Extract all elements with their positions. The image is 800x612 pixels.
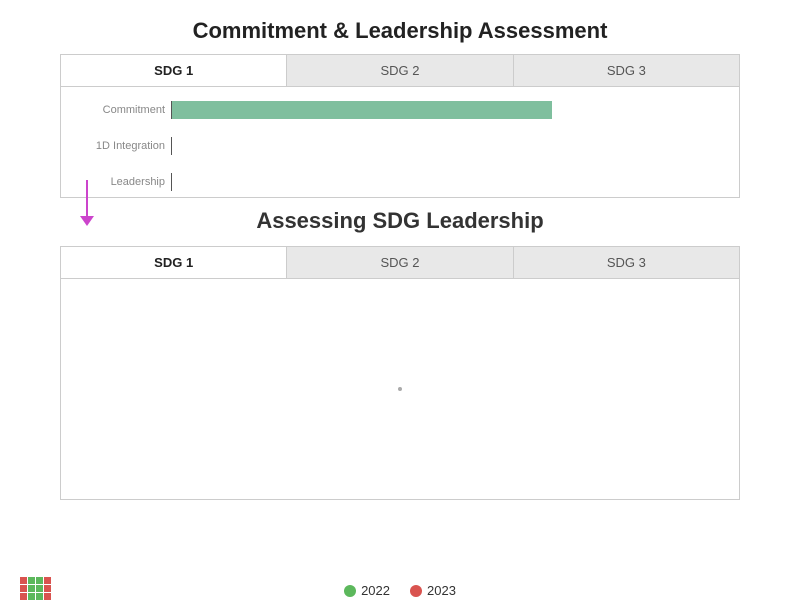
- legend-label-2023: 2023: [427, 583, 456, 598]
- legend-dot-2022: [344, 585, 356, 597]
- bar-row-0: Commitment: [61, 99, 739, 121]
- main-title: Commitment & Leadership Assessment: [0, 0, 800, 54]
- icon-cell-5: [28, 585, 35, 592]
- tab-sdg2-bottom[interactable]: SDG 2: [287, 247, 513, 278]
- bar-fill-0: [171, 101, 552, 119]
- tab-sdg1-top[interactable]: SDG 1: [61, 55, 287, 86]
- tab-sdg3-top[interactable]: SDG 3: [514, 55, 739, 86]
- empty-chart-area: [61, 279, 739, 499]
- bar-track-2: [171, 173, 739, 191]
- legend-label-2022: 2022: [361, 583, 390, 598]
- chart-legend: 2022 2023: [0, 583, 800, 598]
- icon-cell-1: [28, 577, 35, 584]
- tab-sdg1-bottom[interactable]: SDG 1: [61, 247, 287, 278]
- icon-cell-0: [20, 577, 27, 584]
- top-tab-bar: SDG 1 SDG 2 SDG 3: [61, 55, 739, 87]
- bar-track-0: [171, 101, 739, 119]
- axis-line: [171, 173, 172, 191]
- top-chart: SDG 1 SDG 2 SDG 3 Commitment 1D Integrati…: [60, 54, 740, 198]
- arrow-indicator: [80, 180, 94, 226]
- legend-item-2023: 2023: [410, 583, 456, 598]
- bar-label-0: Commitment: [61, 104, 171, 116]
- second-title: Assessing SDG Leadership: [0, 198, 800, 246]
- icon-cell-2: [36, 577, 43, 584]
- icon-cell-6: [36, 585, 43, 592]
- bar-track-1: [171, 137, 739, 155]
- bottom-chart: SDG 1 SDG 2 SDG 3: [60, 246, 740, 500]
- bar-label-1: 1D Integration: [61, 140, 171, 152]
- bar-label-2: Leadership: [61, 176, 171, 188]
- icon-cell-4: [20, 585, 27, 592]
- legend-item-2022: 2022: [344, 583, 390, 598]
- center-dot: [398, 387, 402, 391]
- icon-cell-10: [36, 593, 43, 600]
- icon-cell-8: [20, 593, 27, 600]
- icon-cell-11: [44, 593, 51, 600]
- bar-row-1: 1D Integration: [61, 135, 739, 157]
- bar-row-2: Leadership: [61, 171, 739, 193]
- page-container: Commitment & Leadership Assessment SDG 1…: [0, 0, 800, 612]
- arrow-head: [80, 216, 94, 226]
- arrow-line: [86, 180, 88, 216]
- axis-line: [171, 137, 172, 155]
- tab-sdg3-bottom[interactable]: SDG 3: [514, 247, 739, 278]
- bar-chart-body: Commitment 1D Integration Leadership: [61, 87, 739, 197]
- axis-line: [171, 101, 172, 119]
- bottom-left-icon: [20, 577, 51, 600]
- tab-sdg2-top[interactable]: SDG 2: [287, 55, 513, 86]
- icon-cell-3: [44, 577, 51, 584]
- icon-cell-7: [44, 585, 51, 592]
- bottom-tab-bar: SDG 1 SDG 2 SDG 3: [61, 247, 739, 279]
- icon-cell-9: [28, 593, 35, 600]
- legend-dot-2023: [410, 585, 422, 597]
